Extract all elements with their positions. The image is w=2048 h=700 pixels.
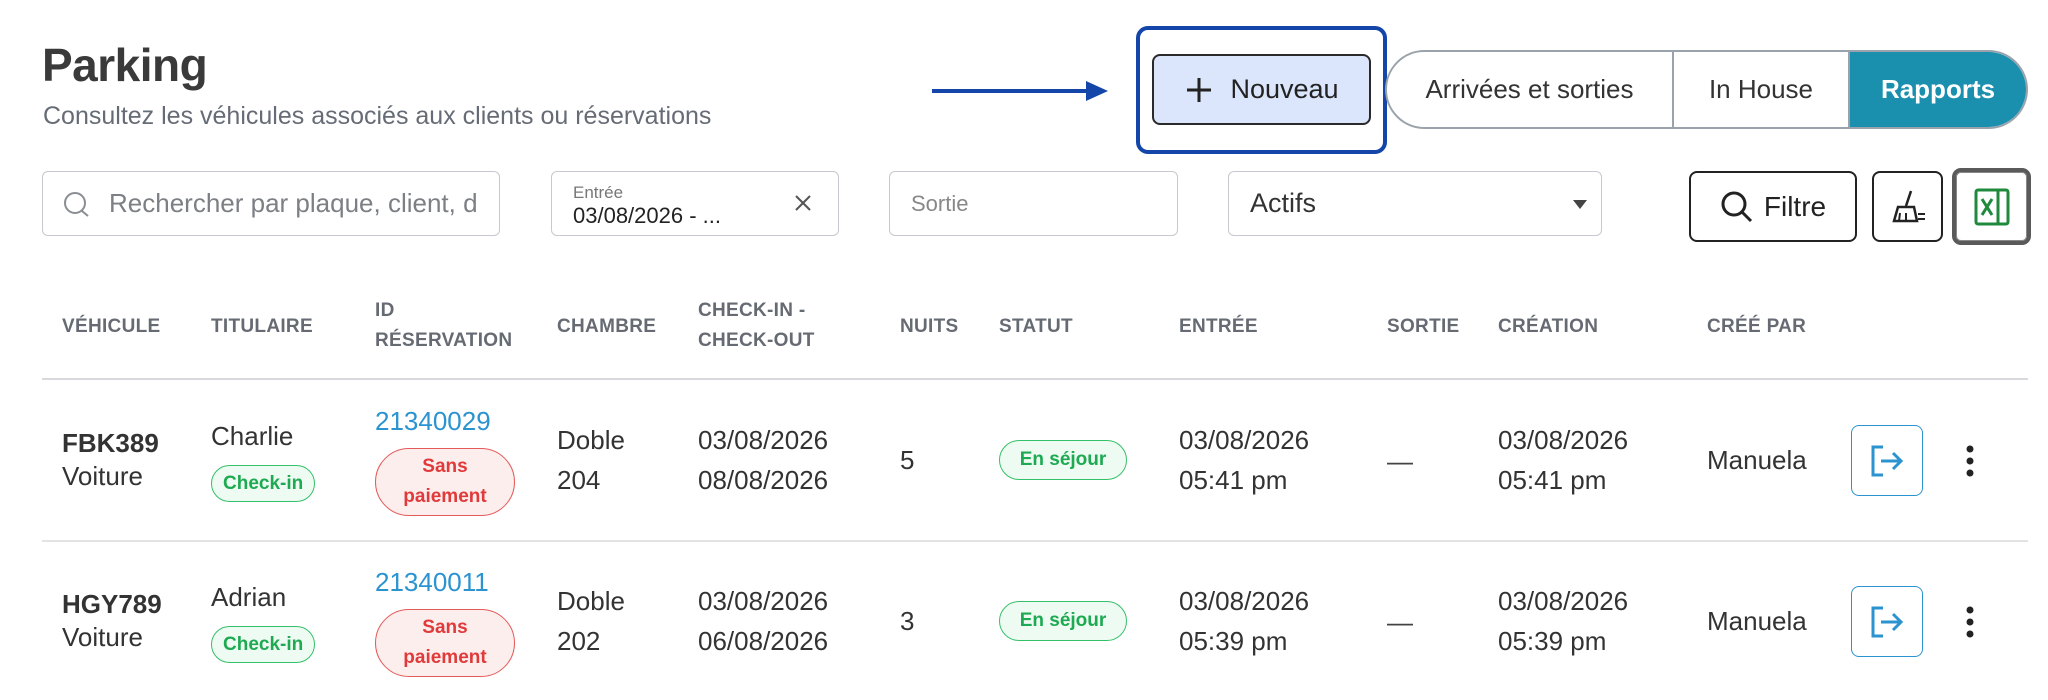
entry-cell: 03/08/2026 05:39 pm	[1179, 581, 1309, 661]
created-time: 05:41 pm	[1498, 465, 1607, 495]
entry-date: 03/08/2026	[1179, 586, 1310, 616]
reservation-link[interactable]: 21340011	[375, 567, 489, 598]
room-number: 202	[557, 626, 601, 656]
column-header-reservation: ID RÉSERVATION	[375, 296, 512, 356]
broom-icon	[1891, 190, 1925, 222]
tab-arrivals-departures[interactable]: Arrivées et sorties	[1387, 52, 1674, 127]
tab-in-house[interactable]: In House	[1674, 52, 1850, 127]
column-header-reservation-line2: RÉSERVATION	[375, 330, 513, 351]
column-header-created-by: CRÉÉ PAR	[1707, 316, 1807, 337]
check-out-date: 06/08/2026	[698, 626, 829, 656]
magnifier-icon	[1721, 191, 1752, 222]
plus-icon	[1187, 77, 1212, 102]
search-icon	[64, 191, 89, 217]
entry-time: 05:41 pm	[1179, 465, 1288, 495]
filter-button-label: Filtre	[1763, 190, 1827, 222]
exit-cell: —	[1387, 446, 1413, 476]
check-out-date: 08/08/2026	[698, 465, 829, 495]
more-vertical-icon[interactable]	[1965, 605, 1975, 639]
column-header-room: CHAMBRE	[557, 316, 657, 337]
nights-cell: 5	[900, 445, 915, 475]
logout-icon	[1871, 445, 1904, 476]
column-header-entry: ENTRÉE	[1179, 316, 1258, 337]
created-time: 05:39 pm	[1498, 626, 1607, 656]
tab-reports[interactable]: Rapports	[1850, 52, 2026, 127]
holder-name: Charlie	[211, 421, 294, 451]
column-header-checkin-line1: CHECK-IN -	[698, 300, 806, 321]
payment-status-line2: paiement	[403, 486, 487, 507]
arrow-right-icon	[932, 81, 1108, 101]
chevron-down-icon	[1573, 200, 1587, 209]
page-title: Parking	[42, 39, 208, 91]
entry-date-field[interactable]: Entrée 03/08/2026 - ...	[551, 171, 839, 236]
vehicle-plate: HGY789	[62, 589, 162, 619]
room-cell: Doble 204	[557, 420, 625, 500]
more-vertical-icon[interactable]	[1965, 444, 1975, 478]
entry-date: 03/08/2026	[1179, 425, 1310, 455]
column-header-reservation-line1: ID	[375, 300, 395, 321]
created-cell: 03/08/2026 05:39 pm	[1498, 581, 1628, 661]
reservation-link[interactable]: 21340029	[375, 406, 491, 437]
room-type: Doble	[557, 425, 625, 455]
created-by-cell: Manuela	[1707, 606, 1807, 636]
page-subtitle: Consultez les véhicules associés aux cli…	[43, 102, 712, 130]
payment-status-line2: paiement	[403, 647, 487, 668]
created-date: 03/08/2026	[1498, 586, 1629, 616]
payment-status-badge: Sans paiement	[375, 609, 515, 677]
status-badge: En séjour	[999, 601, 1127, 641]
created-cell: 03/08/2026 05:41 pm	[1498, 420, 1628, 500]
status-select-value: Actifs	[1250, 188, 1317, 218]
new-button-label: Nouveau	[1230, 74, 1339, 104]
exit-cell: —	[1387, 607, 1413, 637]
holder-status-badge: Check-in	[211, 626, 316, 663]
entry-date-label: Entrée	[573, 183, 624, 202]
column-header-exit: SORTIE	[1387, 316, 1460, 337]
view-tabs: Arrivées et sorties In House Rapports	[1385, 50, 2028, 129]
status-select[interactable]: Actifs	[1228, 171, 1602, 236]
close-icon[interactable]	[792, 192, 814, 214]
created-date: 03/08/2026	[1498, 425, 1629, 455]
entry-cell: 03/08/2026 05:41 pm	[1179, 420, 1309, 500]
nights-cell: 3	[900, 606, 915, 636]
payment-status-line1: Sans	[422, 456, 468, 477]
payment-status-badge: Sans paiement	[375, 448, 515, 516]
stay-dates-cell: 03/08/2026 08/08/2026	[698, 420, 828, 500]
column-header-status: STATUT	[999, 316, 1073, 337]
column-header-holder: TITULAIRE	[211, 316, 313, 337]
room-type: Doble	[557, 586, 625, 616]
register-exit-button[interactable]	[1851, 586, 1923, 657]
logout-icon	[1871, 606, 1904, 637]
clear-filters-button[interactable]	[1872, 171, 1943, 242]
room-cell: Doble 202	[557, 581, 625, 661]
table-row[interactable]: FBK389 Voiture Charlie Check-in 21340029…	[0, 380, 2048, 540]
column-header-checkin: CHECK-IN - CHECK-OUT	[698, 296, 815, 356]
check-in-date: 03/08/2026	[698, 425, 829, 455]
created-by-cell: Manuela	[1707, 445, 1807, 475]
search-input[interactable]	[107, 187, 491, 220]
exit-date-field[interactable]: Sortie	[889, 171, 1178, 236]
room-number: 204	[557, 465, 601, 495]
new-button[interactable]: Nouveau	[1152, 54, 1371, 125]
status-badge: En séjour	[999, 440, 1127, 480]
column-header-created: CRÉATION	[1498, 316, 1599, 337]
filter-button[interactable]: Filtre	[1689, 171, 1857, 242]
column-header-nights: NUITS	[900, 316, 959, 337]
payment-status-line1: Sans	[422, 617, 468, 638]
vehicle-plate: FBK389	[62, 428, 159, 458]
search-field[interactable]	[42, 171, 500, 236]
holder-name: Adrian	[211, 582, 287, 612]
check-in-date: 03/08/2026	[698, 586, 829, 616]
entry-date-value: 03/08/2026 - ...	[573, 203, 721, 228]
column-header-vehicle: VÉHICULE	[62, 316, 161, 337]
entry-time: 05:39 pm	[1179, 626, 1288, 656]
stay-dates-cell: 03/08/2026 06/08/2026	[698, 581, 828, 661]
register-exit-button[interactable]	[1851, 425, 1923, 496]
column-header-checkin-line2: CHECK-OUT	[698, 330, 815, 351]
export-excel-button[interactable]	[1952, 168, 2031, 245]
holder-status-badge: Check-in	[211, 465, 316, 502]
table-row[interactable]: HGY789 Voiture Adrian Check-in 21340011 …	[0, 541, 2048, 700]
vehicle-type: Voiture	[62, 461, 143, 491]
excel-icon	[1974, 188, 2009, 225]
vehicle-type: Voiture	[62, 622, 143, 652]
